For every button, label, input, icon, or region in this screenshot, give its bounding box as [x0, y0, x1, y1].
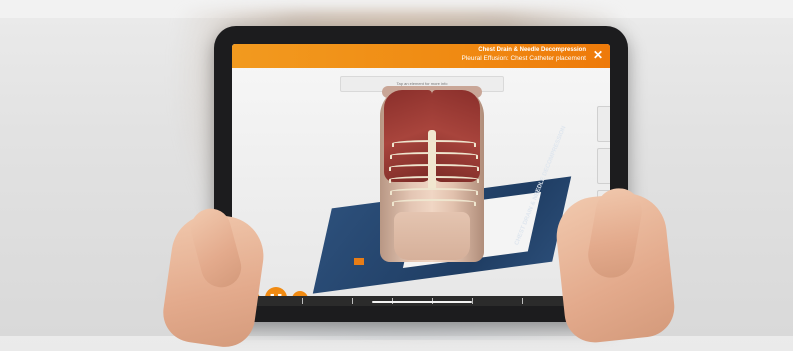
anatomy-rib: [390, 188, 478, 195]
anatomy-rib: [389, 176, 479, 183]
anatomy-rib: [390, 152, 478, 159]
close-icon[interactable]: ✕: [592, 49, 604, 61]
anatomy-rib: [392, 140, 476, 147]
ar-card-logo: [354, 258, 364, 265]
timeline-tick: [352, 298, 353, 304]
timeline-tick: [302, 298, 303, 304]
home-indicator[interactable]: [372, 301, 472, 303]
anatomy-rib: [389, 164, 479, 171]
anatomy-rib: [392, 199, 476, 206]
timeline-scrubber[interactable]: [232, 296, 610, 306]
anatomy-abdomen[interactable]: [394, 212, 470, 260]
timeline-tick: [522, 298, 523, 304]
app-header: Chest Drain & Needle Decompression Pleur…: [232, 44, 610, 68]
side-tab-1[interactable]: [597, 106, 610, 142]
timeline-tick: [472, 298, 473, 304]
header-title: Chest Drain & Needle Decompression: [478, 47, 586, 53]
header-subtitle: Pleural Effusion: Chest Catheter placeme…: [461, 55, 586, 62]
side-tab-2[interactable]: [597, 148, 610, 184]
app-screen: Chest Drain & Needle Decompression Pleur…: [232, 44, 610, 306]
